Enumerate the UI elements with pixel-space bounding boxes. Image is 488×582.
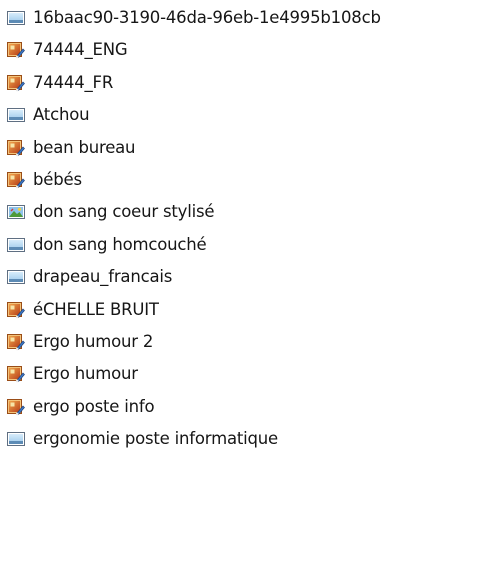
paint-image-icon xyxy=(6,138,26,158)
bitmap-image-icon xyxy=(6,267,26,287)
bitmap-image-icon xyxy=(6,235,26,255)
file-name: éCHELLE BRUIT xyxy=(33,299,159,319)
file-name: 74444_FR xyxy=(33,72,114,92)
paint-image-icon xyxy=(6,73,26,93)
file-name: Atchou xyxy=(33,105,90,125)
file-name: Ergo humour xyxy=(33,364,138,384)
file-item[interactable]: 74444_ENG xyxy=(6,34,482,66)
file-item[interactable]: ergo poste info xyxy=(6,391,482,423)
paint-image-icon xyxy=(6,397,26,417)
file-item[interactable]: don sang coeur stylisé xyxy=(6,196,482,228)
file-name: bean bureau xyxy=(33,137,136,157)
landscape-image-icon xyxy=(6,202,26,222)
bitmap-image-icon xyxy=(6,8,26,28)
file-name: drapeau_francais xyxy=(33,267,173,287)
file-item[interactable]: drapeau_francais xyxy=(6,261,482,293)
file-item[interactable]: 16baac90-3190-46da-96eb-1e4995b108cb xyxy=(6,2,482,34)
paint-image-icon xyxy=(6,300,26,320)
file-item[interactable]: bean bureau xyxy=(6,132,482,164)
bitmap-image-icon xyxy=(6,105,26,125)
bitmap-image-icon xyxy=(6,429,26,449)
file-name: 74444_ENG xyxy=(33,40,128,60)
file-name: bébés xyxy=(33,170,82,189)
file-item[interactable]: Ergo humour 2 xyxy=(6,326,482,358)
paint-image-icon xyxy=(6,40,26,60)
file-list: 16baac90-3190-46da-96eb-1e4995b108cb 7444… xyxy=(0,0,488,582)
file-name: Ergo humour 2 xyxy=(33,332,154,351)
file-name: don sang homcouché xyxy=(33,234,207,254)
file-name: 16baac90-3190-46da-96eb-1e4995b108cb xyxy=(33,8,381,27)
file-item[interactable]: Ergo humour xyxy=(6,358,482,390)
paint-image-icon xyxy=(6,364,26,384)
file-name: don sang coeur stylisé xyxy=(33,202,215,222)
file-name: ergonomie poste informatique xyxy=(33,429,279,449)
file-name: ergo poste info xyxy=(33,396,155,416)
file-item[interactable]: bébés xyxy=(6,164,482,196)
file-item[interactable]: Atchou xyxy=(6,99,482,131)
file-item[interactable]: ergonomie poste informatique xyxy=(6,423,482,455)
paint-image-icon xyxy=(6,170,26,190)
file-item[interactable]: éCHELLE BRUIT xyxy=(6,294,482,326)
paint-image-icon xyxy=(6,332,26,352)
file-item[interactable]: 74444_FR xyxy=(6,67,482,99)
file-item[interactable]: don sang homcouché xyxy=(6,229,482,261)
